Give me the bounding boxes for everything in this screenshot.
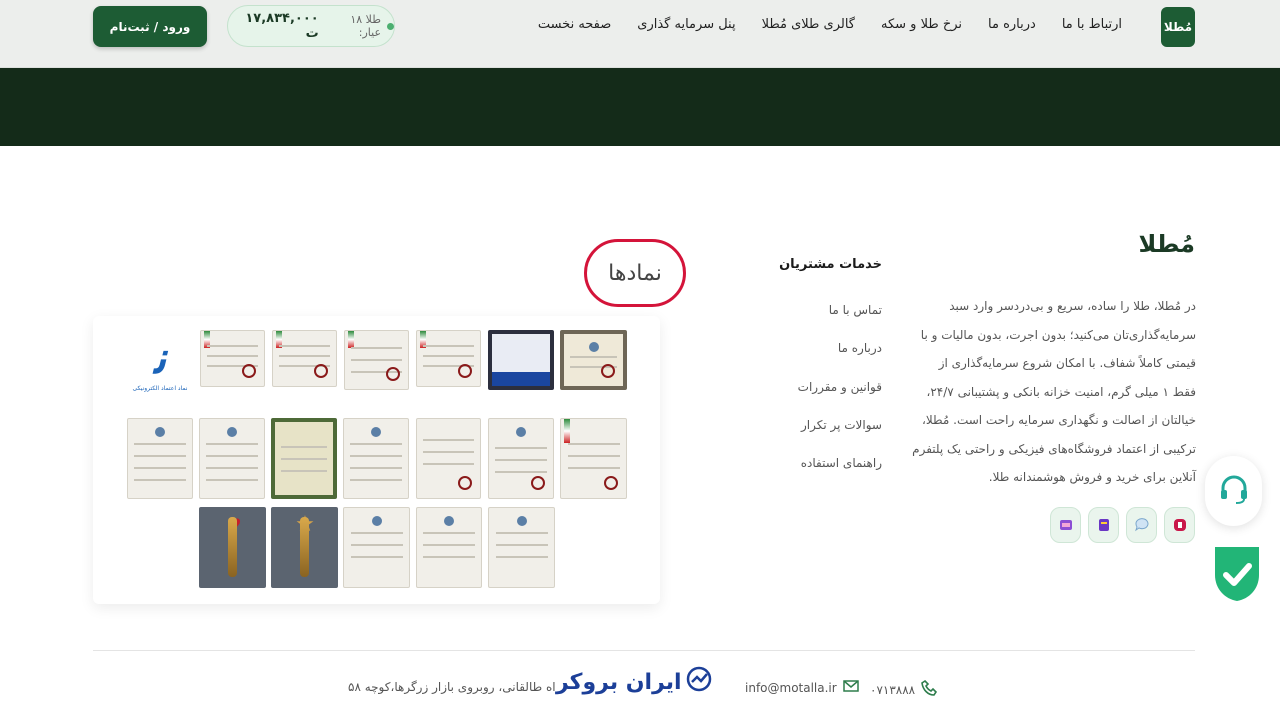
footer-email[interactable]: info@motalla.ir	[745, 679, 859, 696]
nav-gold-rates[interactable]: نرخ طلا و سکه	[881, 17, 962, 32]
services-link-contact[interactable]: تماس با ما	[798, 300, 882, 338]
gold-price-badge: طلا ۱۸ عیار: ۱۷,۸۳۴,۰۰۰ ت	[227, 5, 395, 47]
live-dot-icon	[387, 22, 394, 30]
certificate-image[interactable]	[416, 507, 482, 588]
certificate-image[interactable]	[488, 330, 554, 390]
certificate-image[interactable]	[199, 418, 265, 499]
certificate-image[interactable]	[343, 507, 410, 588]
eitaa-icon[interactable]	[1088, 507, 1119, 543]
enamad-logo-icon: ﻧ	[153, 333, 167, 384]
footer-brand-title: مُطلا	[1138, 230, 1195, 258]
gold-price-label: طلا ۱۸ عیار:	[350, 13, 382, 39]
footer-address: اه طالقانی، روبروی بازار زرگرها،کوچه ۵۸	[348, 680, 556, 694]
support-chat-button[interactable]	[1205, 456, 1262, 526]
services-link-about[interactable]: درباره ما	[798, 338, 882, 376]
services-link-faq[interactable]: سوالات پر تکرار	[798, 415, 882, 453]
site-logo[interactable]: مُطلا	[1161, 7, 1195, 47]
footer-phone[interactable]: ۰۷۱۳۸۸۸	[870, 679, 939, 700]
services-link-guide[interactable]: راهنمای استفاده	[798, 453, 882, 491]
award-trophy-image[interactable]: ★	[271, 507, 338, 588]
nav-gallery[interactable]: گالری طلای مُطلا	[762, 17, 855, 32]
award-trophy-image[interactable]: ♥	[199, 507, 266, 588]
headset-icon	[1216, 471, 1252, 511]
certificate-image[interactable]	[343, 418, 409, 499]
certificate-image[interactable]	[488, 507, 555, 588]
aparat-icon[interactable]	[1164, 507, 1195, 543]
certificate-image[interactable]	[200, 330, 265, 387]
services-list: تماس با ما درباره ما قوانین و مقررات سوا…	[798, 300, 882, 491]
iranbroker-logo-text: ایران بروکر	[556, 669, 682, 695]
certificate-image[interactable]	[127, 418, 193, 499]
certificate-image[interactable]	[416, 418, 481, 499]
gold-price-value: ۱۷,۸۳۴,۰۰۰ ت	[245, 11, 319, 41]
certificate-image[interactable]	[488, 418, 554, 499]
nav-about[interactable]: درباره ما	[988, 17, 1036, 32]
login-register-button[interactable]: ورود / ثبت‌نام	[93, 6, 207, 47]
certificates-title: نمادها	[608, 260, 662, 286]
site-header: مُطلا صفحه نخست پنل سرمایه گذاری گالری ط…	[0, 0, 1280, 68]
nav-investment-panel[interactable]: پنل سرمایه گذاری	[637, 17, 735, 32]
footer-phone-number: ۰۷۱۳۸۸۸	[870, 682, 916, 697]
verified-shield-icon[interactable]	[1213, 545, 1261, 603]
social-links	[1050, 507, 1195, 543]
mail-icon	[842, 679, 859, 696]
nav-contact[interactable]: ارتباط با ما	[1062, 17, 1122, 32]
certificate-image[interactable]	[271, 418, 337, 499]
services-title: خدمات مشتریان	[779, 257, 882, 272]
hero-banner	[0, 68, 1280, 146]
footer-divider	[93, 650, 1195, 651]
main-nav: صفحه نخست پنل سرمایه گذاری گالری طلای مُ…	[538, 17, 1122, 32]
certificate-image[interactable]	[272, 330, 337, 387]
certificate-image[interactable]	[416, 330, 481, 387]
enamad-caption: نماد اعتماد الکترونیکی	[132, 385, 188, 392]
chat-icon[interactable]	[1126, 507, 1157, 543]
phone-icon	[921, 679, 939, 700]
nav-home[interactable]: صفحه نخست	[538, 17, 611, 32]
iranbroker-logo[interactable]: ایران بروکر	[556, 666, 712, 698]
enamad-trust-badge[interactable]: ﻧ نماد اعتماد الکترونیکی	[126, 333, 194, 401]
iranbroker-chart-icon	[686, 666, 712, 698]
footer-email-address: info@motalla.ir	[745, 680, 837, 695]
certificate-image[interactable]	[560, 418, 627, 499]
rubika-icon[interactable]	[1050, 507, 1081, 543]
services-link-terms[interactable]: قوانین و مقررات	[798, 377, 882, 415]
brand-description: در مُطلا، طلا را ساده، سریع و بی‌دردسر و…	[912, 299, 1196, 484]
certificate-image[interactable]	[560, 330, 627, 390]
certificates-title-highlight: نمادها	[584, 239, 686, 307]
certificate-image[interactable]	[344, 330, 409, 390]
